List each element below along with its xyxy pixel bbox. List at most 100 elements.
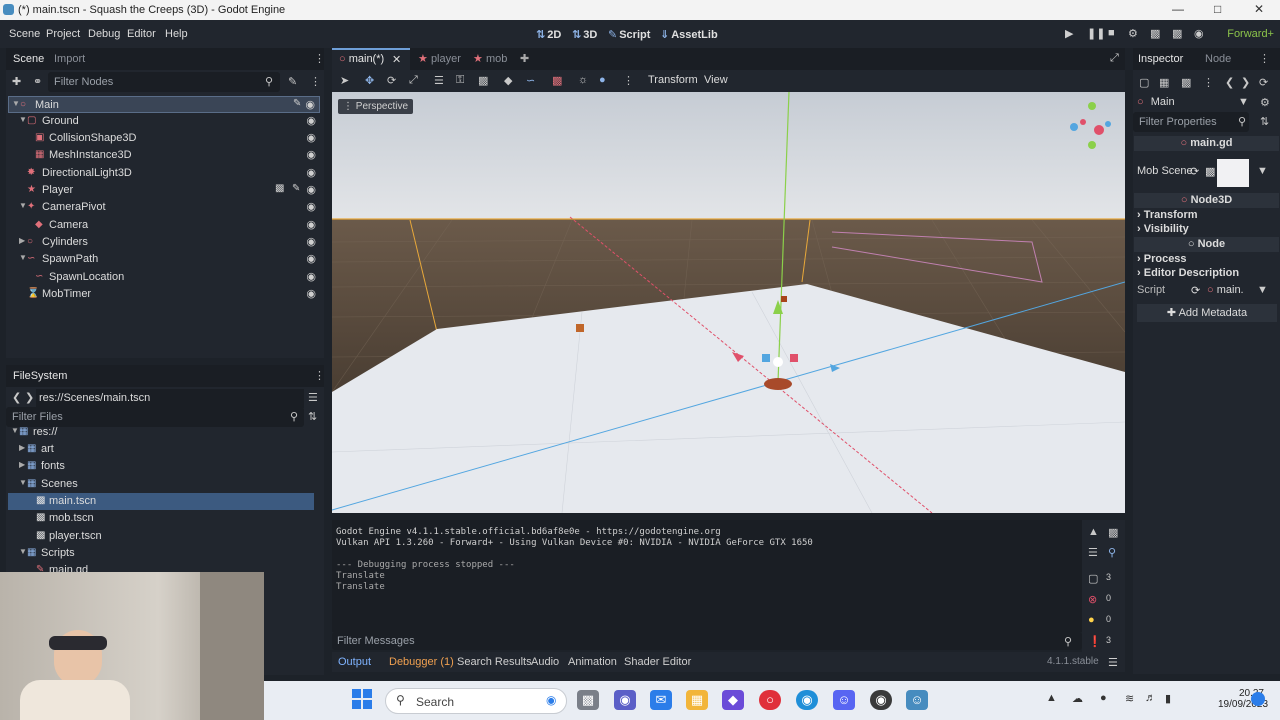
script-section-header[interactable]: ○ main.gd — [1134, 136, 1279, 151]
stop-icon[interactable]: ■ — [1108, 27, 1115, 39]
pin-panel-icon[interactable]: ☰ — [1108, 656, 1118, 669]
tab-shader-editor[interactable]: Shader Editor — [624, 656, 691, 668]
sun-toggle-icon[interactable]: ☼ — [578, 74, 588, 86]
tab-player[interactable]: ★ player — [418, 52, 461, 65]
collapse-icon[interactable]: ▼ — [19, 478, 27, 487]
list-select-icon[interactable]: ☰ — [434, 74, 444, 87]
tab-inspector[interactable]: Inspector — [1138, 53, 1183, 65]
search-log-icon[interactable]: ⚲ — [1108, 546, 1116, 559]
file-item-scripts[interactable]: ▼ ▦ Scripts — [8, 545, 314, 562]
visibility-eye-icon[interactable]: ◉ — [306, 252, 316, 265]
node-section-header[interactable]: ○ Node — [1134, 237, 1279, 252]
tab-import[interactable]: Import — [54, 53, 85, 65]
microphone-icon[interactable]: ● — [1100, 692, 1107, 704]
collapse-icon[interactable]: ▼ — [19, 547, 27, 556]
gizmo-center[interactable] — [773, 357, 783, 367]
remote-debug-icon[interactable]: ⚙ — [1128, 27, 1138, 40]
lock-icon[interactable]: ⚿ — [456, 74, 464, 87]
tab-main[interactable]: ○ main(*) ✕ — [332, 48, 410, 70]
message-count-icon[interactable]: ▢ — [1088, 572, 1098, 585]
add-node-icon[interactable]: ✚ — [12, 75, 21, 88]
tab-node[interactable]: Node — [1205, 53, 1231, 65]
close-icon[interactable]: ✕ — [1254, 2, 1264, 16]
more-icon[interactable]: ⋮ — [1203, 76, 1214, 89]
visibility-group[interactable]: › Visibility — [1137, 223, 1277, 235]
tab-debugger[interactable]: Debugger (1) — [389, 656, 454, 668]
filter-messages-input[interactable]: Filter Messages — [332, 632, 1082, 650]
group-icon[interactable]: ▩ — [478, 74, 488, 87]
save-resource-icon[interactable]: ▩ — [1181, 76, 1191, 89]
edge-icon[interactable]: ◉ — [796, 690, 818, 710]
tree-item-spawnlocation[interactable]: ∽ SpawnLocation ◉ — [8, 269, 320, 286]
node3d-section-header[interactable]: ○ Node3D — [1134, 193, 1279, 208]
tree-item-directionallight3d[interactable]: ✸ DirectionalLight3D ◉ — [8, 165, 320, 182]
play-icon[interactable]: ▶ — [1065, 27, 1073, 40]
distraction-free-icon[interactable]: ⤢ — [1110, 52, 1119, 65]
discord-icon[interactable]: ☺ — [833, 690, 855, 710]
script-attach-icon[interactable]: ✎ — [288, 75, 297, 88]
workspace-3d-button[interactable]: ⇅ 3D — [572, 28, 597, 41]
mob-scene-thumbnail[interactable] — [1217, 159, 1249, 187]
move-mode-icon[interactable]: ✥ — [365, 74, 374, 87]
error-icon[interactable]: ⊗ — [1088, 593, 1097, 606]
menu-project[interactable]: Project — [46, 28, 80, 40]
tree-item-camerapivot[interactable]: ▼ ✦ CameraPivot ◉ — [8, 199, 320, 216]
tab-filesystem[interactable]: FileSystem — [13, 370, 67, 382]
editor-message-icon[interactable]: ❗ — [1088, 635, 1102, 648]
visibility-eye-icon[interactable]: ◉ — [306, 235, 316, 248]
teams-icon[interactable]: ◉ — [614, 690, 636, 710]
visibility-eye-icon[interactable]: ◉ — [306, 148, 316, 161]
collapse-icon[interactable]: ▼ — [12, 99, 20, 108]
mail-icon[interactable]: ✉ — [650, 690, 672, 710]
view-gizmo-negx-icon[interactable] — [1080, 119, 1086, 125]
script-icon[interactable]: ✎ — [292, 183, 300, 194]
visual-studio-icon[interactable]: ◆ — [722, 690, 744, 710]
visibility-eye-icon[interactable]: ◉ — [306, 183, 316, 196]
add-metadata-button[interactable]: ✚ Add Metadata — [1137, 304, 1277, 322]
clear-log-icon[interactable]: ▲ — [1088, 526, 1099, 538]
view-gizmo-x-icon[interactable] — [1094, 125, 1104, 135]
obs-icon[interactable]: ◉ — [870, 690, 892, 710]
tree-item-mobtimer[interactable]: ⌛ MobTimer ◉ — [8, 286, 320, 303]
tree-item-ground[interactable]: ▼ ▢ Ground ◉ — [8, 113, 320, 130]
workspace-2d-button[interactable]: ⇅ 2D — [536, 28, 561, 41]
link-icon[interactable]: ⚭ — [33, 75, 42, 88]
close-tab-icon[interactable]: ✕ — [392, 53, 401, 66]
transform-menu[interactable]: Transform — [648, 74, 698, 86]
godot-taskbar-icon[interactable]: ☺ — [906, 690, 928, 710]
view-gizmo-negz-icon[interactable] — [1070, 123, 1078, 131]
warning-icon[interactable]: ● — [1088, 614, 1095, 626]
file-explorer-icon[interactable]: ▦ — [686, 690, 708, 710]
tree-item-collisionshape3d[interactable]: ▣ CollisionShape3D ◉ — [8, 130, 320, 147]
wifi-icon[interactable]: ≋ — [1125, 692, 1134, 705]
revert-icon[interactable]: ⟳ — [1190, 165, 1199, 178]
taskbar-search[interactable]: ⚲ Search ◉ — [385, 688, 567, 714]
file-item-res[interactable]: ▼ ▦ res:// — [8, 424, 314, 441]
rotate-mode-icon[interactable]: ⟳ — [387, 74, 396, 87]
perspective-button[interactable]: ⋮ Perspective — [338, 99, 414, 114]
script-icon[interactable]: ✎ — [293, 98, 301, 109]
menu-scene[interactable]: Scene — [9, 28, 40, 40]
expand-icon[interactable]: ▶ — [19, 236, 25, 245]
tray-overflow-icon[interactable]: ▲ — [1046, 692, 1057, 704]
collapse-icon[interactable]: ▼ — [11, 426, 19, 435]
new-tab-icon[interactable]: ✚ — [520, 52, 529, 65]
editor-description-group[interactable]: › Editor Description — [1137, 267, 1277, 279]
collapse-icon[interactable]: ▼ — [19, 201, 27, 210]
file-item-art[interactable]: ▶ ▦ art — [8, 441, 314, 458]
history-icon[interactable]: ⟳ — [1259, 76, 1268, 89]
open-resource-icon[interactable]: ▦ — [1159, 76, 1169, 89]
dock-menu-icon[interactable]: ⋮ — [314, 52, 325, 65]
tree-item-camera[interactable]: ◆ Camera ◉ — [8, 217, 320, 234]
workspace-assetlib-button[interactable]: ⇓ AssetLib — [660, 28, 718, 41]
history-forward-icon[interactable]: ❯ — [1241, 76, 1250, 89]
movie-maker-icon[interactable]: ◉ — [1194, 27, 1204, 40]
opera-icon[interactable]: ○ — [759, 690, 781, 710]
visibility-eye-icon[interactable]: ◉ — [306, 200, 316, 213]
clapperboard-icon[interactable]: ▩ — [275, 183, 284, 194]
view-gizmo-z-icon[interactable] — [1105, 121, 1111, 127]
tree-item-spawnpath[interactable]: ▼ ∽ SpawnPath ◉ — [8, 251, 320, 268]
tree-item-player[interactable]: ★ Player ▩ ✎ ◉ — [8, 182, 320, 199]
visibility-eye-icon[interactable]: ◉ — [306, 114, 316, 127]
tab-animation[interactable]: Animation — [568, 656, 617, 668]
